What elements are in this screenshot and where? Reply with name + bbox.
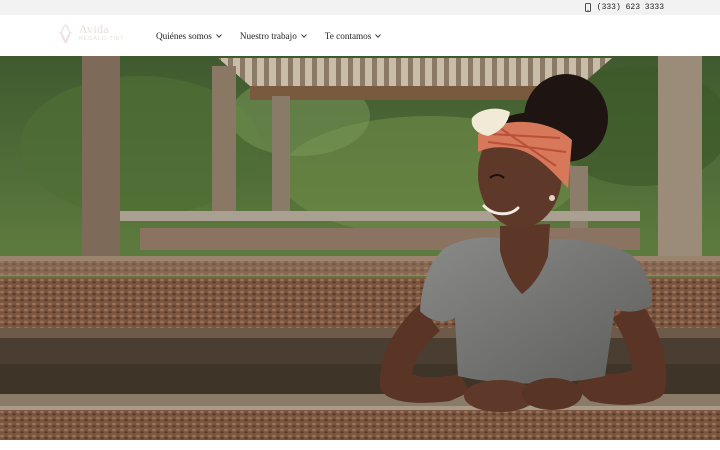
hero-photo	[0, 56, 720, 440]
nav-item-te-contamos[interactable]: Te contamos	[325, 31, 382, 41]
nav-item-quienes-somos[interactable]: Quiénes somos	[156, 31, 222, 41]
logo[interactable]: Avida REGALO·TIET	[56, 23, 124, 49]
wooden-post	[212, 66, 236, 221]
primary-nav: Quiénes somos Nuestro trabajo Te contamo…	[156, 29, 399, 43]
nav-item-label: Quiénes somos	[156, 31, 212, 41]
foreground-beans	[0, 408, 720, 440]
main-header: Avida REGALO·TIET Quiénes somos Nuestro …	[0, 15, 720, 56]
chevron-down-icon	[300, 34, 307, 38]
nav-item-label: Te contamos	[324, 31, 372, 41]
top-utility-bar: (333) 623 3333	[0, 0, 720, 15]
nav-item-nuestro-trabajo[interactable]: Nuestro trabajo	[240, 31, 307, 41]
hero-image	[0, 56, 720, 440]
nav-item-label: Nuestro trabajo	[239, 31, 297, 41]
logo-name: Avida	[79, 22, 109, 36]
logo-text: Avida REGALO·TIET	[79, 23, 124, 43]
wooden-post	[272, 96, 290, 216]
phone-icon	[584, 3, 591, 12]
phone-number[interactable]: (333) 623 3333	[597, 3, 664, 12]
logo-subtitle: REGALO·TIET	[79, 36, 125, 42]
chevron-down-icon	[216, 34, 222, 38]
phone-contact[interactable]: (333) 623 3333	[584, 2, 664, 13]
chevron-down-icon	[375, 34, 382, 38]
logo-mark-icon	[58, 24, 73, 44]
wooden-post	[82, 56, 120, 256]
wooden-post	[658, 56, 702, 256]
